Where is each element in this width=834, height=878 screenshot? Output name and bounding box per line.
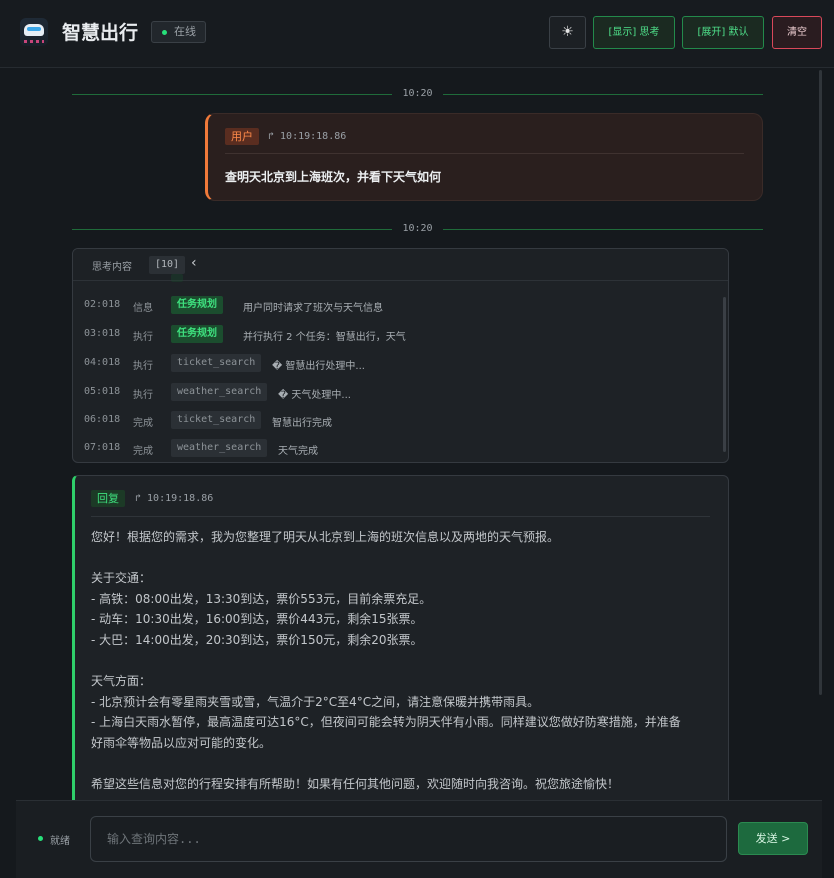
clear-button[interactable]: 清空 [772,16,822,49]
reply-line [91,754,716,775]
reply-line: - 大巴：14:00出发，20:30到达，票价150元，剩余20张票。 [91,632,423,647]
reply-line: 您好！根据您的需求，我为您整理了明天从北京到上海的班次信息以及两地的天气预报。 [91,530,560,544]
row-text: 天气完成 [278,446,318,457]
reply-line: - 北京预计会有零星雨夹雪或雪，气温介于2°C至4°C之间，请注意保暖并携带雨具… [91,694,540,709]
reply-time: ↱ 10:19:18.86 [135,493,214,504]
reply-line [91,651,716,672]
reply-line: 希望这些信息对您的行程安排有所帮助！如果有任何其他问题，欢迎随时向我咨询。祝您旅… [91,777,620,792]
row-type: 执行 [133,390,153,401]
thinking-row [73,272,728,294]
row-tag: 任务规划 [171,296,223,314]
thinking-row: 02:018 信息 任务规划 用户同时请求了班次与天气信息 [73,294,728,316]
row-text: 用户同时请求了班次与天气信息 [243,303,383,314]
row-time: 05:018 [84,386,121,397]
online-status-label: 在线 [174,25,196,38]
query-input[interactable] [90,816,727,862]
thinking-scrollbar[interactable] [723,297,726,452]
app-title: 智慧出行 [62,22,139,44]
row-type: 信息 [133,303,153,314]
row-text: 并行执行 2 个任务：智慧出行，天气 [243,332,406,343]
user-message-time: ↱ 10:19:18.86 [268,131,347,142]
reply-line: 好雨伞等物品以应对可能的变化。 [91,735,272,750]
reply-text: 您好！根据您的需求，我为您整理了明天从北京到上海的班次信息以及两地的天气预报。 … [91,527,716,795]
thinking-row: 04:018 执行 ticket_search � 智慧出行处理中... [73,352,728,374]
user-message-text: 查明天北京到上海班次，并看下天气如何 [225,170,442,184]
thinking-row: 06:018 完成 ticket_search 智慧出行完成 [73,409,728,431]
show-thinking-button[interactable]: [显示] 思考 [593,16,675,49]
user-message-card: 用户 ↱ 10:19:18.86 查明天北京到上海班次，并看下天气如何 [205,113,763,201]
row-tag: weather_search [171,383,268,401]
row-tag: ticket_search [171,354,262,372]
status-dot-icon [38,836,43,841]
ready-status: 就绪 [38,832,70,847]
status-dot-icon [162,30,167,35]
row-type: 完成 [133,418,153,429]
app-header: 智慧出行 在线 ☀ [显示] 思考 [展开] 默认 清空 [0,0,834,68]
thinking-list[interactable]: 02:018 信息 任务规划 用户同时请求了班次与天气信息 03:018 执行 … [73,274,728,462]
online-status-badge: 在线 [151,21,206,43]
expand-default-button[interactable]: [展开] 默认 [682,16,764,49]
row-time: 02:018 [84,299,121,310]
reply-tag: 回复 [91,490,125,507]
chevron-left-icon[interactable]: ‹ [191,255,197,271]
ready-status-label: 就绪 [50,836,70,847]
user-tag: 用户 [225,128,259,145]
time-divider: 10:20 [72,223,763,237]
row-tag: 任务规划 [171,325,223,343]
row-time: 07:018 [84,442,121,453]
reply-line: 关于交通： [91,571,152,586]
row-type: 完成 [133,446,153,457]
row-text: 智慧出行完成 [272,418,332,429]
thinking-row: 03:018 执行 任务规划 并行执行 2 个任务：智慧出行，天气 [73,323,728,345]
reply-line: - 动车：10:30出发，16:00到达，票价443元，剩余15张票。 [91,612,423,627]
reply-line [91,548,716,569]
reply-line: 天气方面： [91,674,152,689]
row-type: 执行 [133,361,153,372]
theme-toggle-button[interactable]: ☀ [549,16,586,49]
input-bar: 就绪 发送 > [16,800,822,878]
time-divider: 10:20 [72,88,763,102]
send-button[interactable]: 发送 > [738,822,808,855]
thinking-row: 05:018 执行 weather_search � 天气处理中... [73,381,728,403]
row-time: 04:018 [84,357,121,368]
thinking-panel: 思考内容 [10] ‹ 02:018 信息 任务规划 用户同时请求了班次与天气信… [72,248,729,463]
row-type: 执行 [133,332,153,343]
train-logo-icon [20,18,48,46]
divider [91,516,710,517]
row-tag: weather_search [171,439,268,457]
row-tag: ticket_search [171,411,262,429]
reply-line: - 高铁：08:00出发，13:30到达，票价553元，目前余票充足。 [91,591,432,606]
thinking-label: 思考内容 [92,262,132,273]
divider [225,153,744,154]
chat-scrollbar[interactable] [819,70,822,695]
row-time: 03:018 [84,328,121,339]
thinking-row: 07:018 完成 weather_search 天气完成 [73,437,728,459]
reply-line: - 上海白天雨水暂停，最高温度可达16°C，但夜间可能会转为阴天伴有小雨。同样建… [91,715,681,730]
row-text: � 智慧出行处理中... [272,361,365,372]
row-time: 06:018 [84,414,121,425]
row-text: � 天气处理中... [278,390,351,401]
assistant-reply-card: 回复 ↱ 10:19:18.86 您好！根据您的需求，我为您整理了明天从北京到上… [72,475,729,815]
